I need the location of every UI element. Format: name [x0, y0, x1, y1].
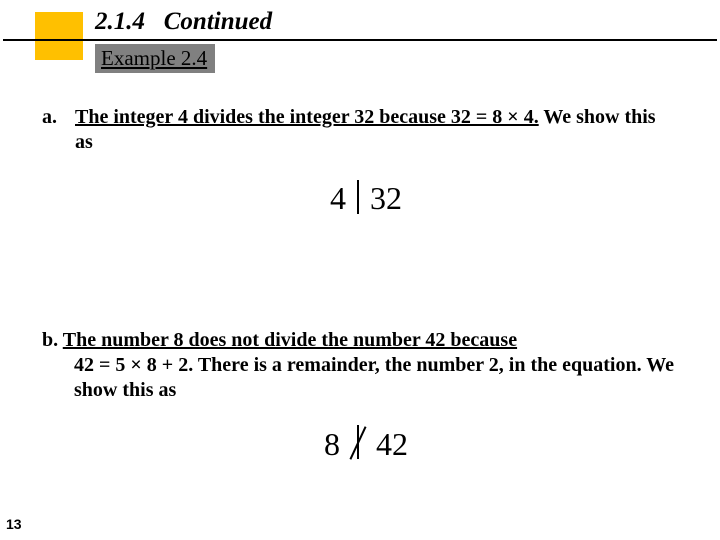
item-b-line2-underlined: 42 = 5 × 8 + 2.: [74, 354, 193, 376]
slide-content: a. The integer 4 divides the integer 32 …: [42, 105, 690, 463]
page-number: 13: [6, 516, 22, 532]
item-b-line1-underlined: The number 8 does not divide the number …: [63, 329, 517, 351]
item-b-line1: b. The number 8 does not divide the numb…: [42, 328, 690, 353]
section-word: Continued: [164, 8, 272, 35]
divides-icon: [357, 180, 359, 214]
header-rule: [3, 39, 717, 41]
example-label: Example 2.4: [95, 44, 215, 73]
not-divides-icon: [351, 425, 365, 459]
math-a: 4 32: [42, 177, 690, 218]
math-a-left: 4: [330, 180, 346, 216]
item-a: a. The integer 4 divides the integer 32 …: [42, 105, 690, 155]
section-number: 2.1.4: [95, 8, 145, 35]
accent-square: [35, 12, 83, 60]
section-title: 2.1.4 Continued: [95, 8, 272, 36]
item-a-underlined: The integer 4 divides the integer 32 bec…: [75, 106, 539, 128]
math-a-right: 32: [370, 180, 402, 216]
math-b: 8 42: [42, 423, 690, 464]
item-a-label: a.: [42, 105, 70, 130]
item-a-text: The integer 4 divides the integer 32 bec…: [75, 105, 675, 155]
math-b-right: 42: [376, 426, 408, 462]
item-b-line2: 42 = 5 × 8 + 2. There is a remainder, th…: [42, 353, 690, 403]
item-b-label: b.: [42, 329, 63, 351]
math-b-left: 8: [324, 426, 340, 462]
item-b: b. The number 8 does not divide the numb…: [42, 328, 690, 403]
